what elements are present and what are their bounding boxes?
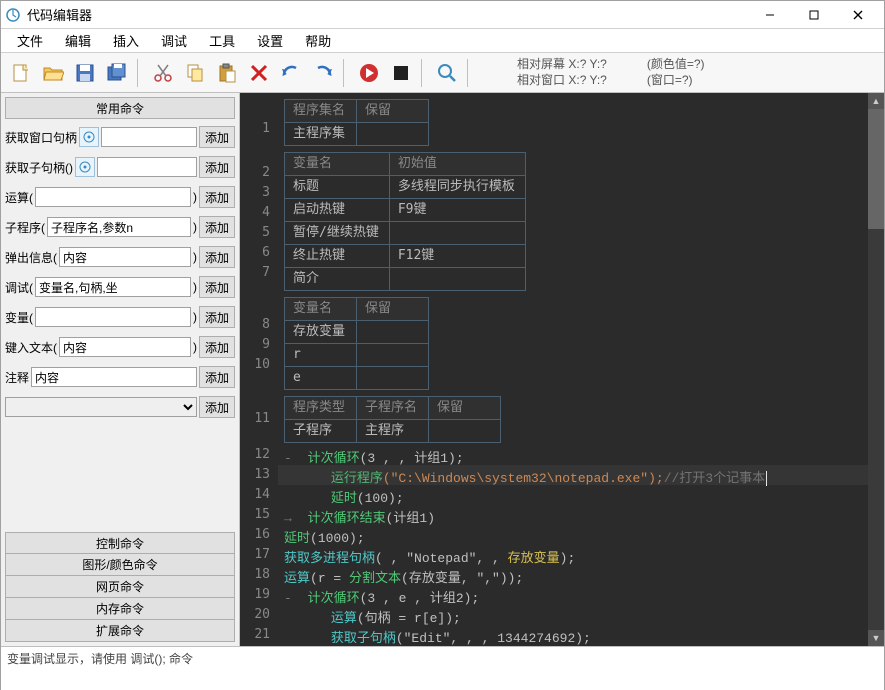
cmd-input[interactable] (97, 157, 197, 177)
menu-insert[interactable]: 插入 (103, 29, 149, 52)
cat-control[interactable]: 控制命令 (5, 532, 235, 554)
new-file-button[interactable] (6, 58, 36, 88)
cmd-input[interactable] (35, 187, 191, 207)
menu-edit[interactable]: 编辑 (55, 29, 101, 52)
code-line: 运算(r = 分割文本(存放变量, ",")); (284, 569, 884, 589)
find-button[interactable] (432, 58, 462, 88)
copy-button[interactable] (180, 58, 210, 88)
close-button[interactable] (836, 1, 880, 29)
add-button[interactable]: 添加 (199, 396, 235, 418)
code-line: 延时(1000); (284, 529, 884, 549)
cmd-select-row: 添加 (5, 395, 235, 419)
save-all-button[interactable] (102, 58, 132, 88)
cmd-subprogram: 子程序( ) 添加 (5, 215, 235, 239)
code-line: → 计次循环结束(计组1) (284, 509, 884, 529)
add-button[interactable]: 添加 (199, 246, 235, 268)
output-panel: 变量调试显示，请使用 调试(); 命令 (1, 646, 884, 690)
undo-button[interactable] (276, 58, 306, 88)
cmd-type-text: 键入文本( ) 添加 (5, 335, 235, 359)
scroll-up-icon[interactable]: ▲ (868, 93, 884, 109)
cmd-select[interactable] (5, 397, 197, 417)
debug-message: 变量调试显示，请使用 调试(); 命令 (7, 650, 878, 667)
redo-button[interactable] (308, 58, 338, 88)
scroll-down-icon[interactable]: ▼ (868, 630, 884, 646)
open-file-button[interactable] (38, 58, 68, 88)
add-button[interactable]: 添加 (199, 306, 235, 328)
code-line: 获取多进程句柄( , "Notepad", , 存放变量); (284, 549, 884, 569)
add-button[interactable]: 添加 (199, 276, 235, 298)
cmd-input[interactable] (35, 277, 191, 297)
add-button[interactable]: 添加 (199, 186, 235, 208)
add-button[interactable]: 添加 (199, 126, 235, 148)
cmd-variable: 变量( ) 添加 (5, 305, 235, 329)
app-icon (5, 7, 21, 23)
menu-settings[interactable]: 设置 (247, 29, 293, 52)
menu-tools[interactable]: 工具 (199, 29, 245, 52)
line-number-gutter: 123456789101112131415161718192021 (240, 93, 278, 646)
cut-button[interactable] (148, 58, 178, 88)
stop-button[interactable] (386, 58, 416, 88)
minimize-button[interactable] (748, 1, 792, 29)
code-editor[interactable]: 123456789101112131415161718192021 程序集名保留… (240, 93, 884, 646)
paste-button[interactable] (212, 58, 242, 88)
cmd-get-child-handle: 获取子句柄() 添加 (5, 155, 235, 179)
menu-help[interactable]: 帮助 (295, 29, 341, 52)
add-button[interactable]: 添加 (199, 336, 235, 358)
target-icon[interactable] (75, 157, 95, 177)
cmd-input[interactable] (47, 217, 191, 237)
storage-table: 变量名保留 存放变量 r e (284, 297, 429, 390)
left-panel: 常用命令 获取窗口句柄 添加 获取子句柄() 添加 运算( ) 添加 子程序( … (1, 93, 240, 646)
code-line: - 计次循环(3 , e , 计组2); (284, 589, 884, 609)
code-line: 延时(100); (284, 489, 884, 509)
cmd-input[interactable] (31, 367, 197, 387)
cmd-get-window-handle: 获取窗口句柄 添加 (5, 125, 235, 149)
editor-scrollbar[interactable]: ▲ ▼ (868, 93, 884, 646)
maximize-button[interactable] (792, 1, 836, 29)
cat-graphics[interactable]: 图形/颜色命令 (5, 554, 235, 576)
cmd-input[interactable] (59, 337, 191, 357)
program-set-table: 程序集名保留 主程序集 (284, 99, 429, 146)
screen-coords: 相对屏幕 X:? Y:? 相对窗口 X:? Y:? (517, 57, 607, 88)
window-title: 代码编辑器 (27, 5, 748, 24)
run-button[interactable] (354, 58, 384, 88)
code-line: 获取子句柄("Edit", , , 1344274692); (284, 629, 884, 646)
add-button[interactable]: 添加 (199, 216, 235, 238)
scroll-thumb[interactable] (868, 109, 884, 229)
cmd-input[interactable] (101, 127, 197, 147)
menu-file[interactable]: 文件 (7, 29, 53, 52)
menu-debug[interactable]: 调试 (151, 29, 197, 52)
color-window-info: (颜色值=?) (窗口=?) (647, 57, 705, 88)
cmd-calc: 运算( ) 添加 (5, 185, 235, 209)
common-commands-button[interactable]: 常用命令 (5, 97, 235, 119)
cmd-input[interactable] (35, 307, 191, 327)
code-line: 运算(句柄 = r[e]); (284, 609, 884, 629)
target-icon[interactable] (79, 127, 99, 147)
cmd-popup: 弹出信息( ) 添加 (5, 245, 235, 269)
save-button[interactable] (70, 58, 100, 88)
menubar: 文件 编辑 插入 调试 工具 设置 帮助 (1, 29, 884, 53)
cmd-comment: 注释 添加 (5, 365, 235, 389)
variables-table: 变量名初始值 标题多线程同步执行模板 启动热键F9键 暂停/继续热键 终止热键F… (284, 152, 526, 291)
cat-ext[interactable]: 扩展命令 (5, 620, 235, 642)
delete-button[interactable] (244, 58, 274, 88)
add-button[interactable]: 添加 (199, 366, 235, 388)
add-button[interactable]: 添加 (199, 156, 235, 178)
cat-memory[interactable]: 内存命令 (5, 598, 235, 620)
subprogram-table: 程序类型子程序名保留 子程序主程序 (284, 396, 501, 443)
cat-web[interactable]: 网页命令 (5, 576, 235, 598)
toolbar: 相对屏幕 X:? Y:? 相对窗口 X:? Y:? (颜色值=?) (窗口=?) (1, 53, 884, 93)
cmd-debug: 调试( ) 添加 (5, 275, 235, 299)
cmd-input[interactable] (59, 247, 191, 267)
